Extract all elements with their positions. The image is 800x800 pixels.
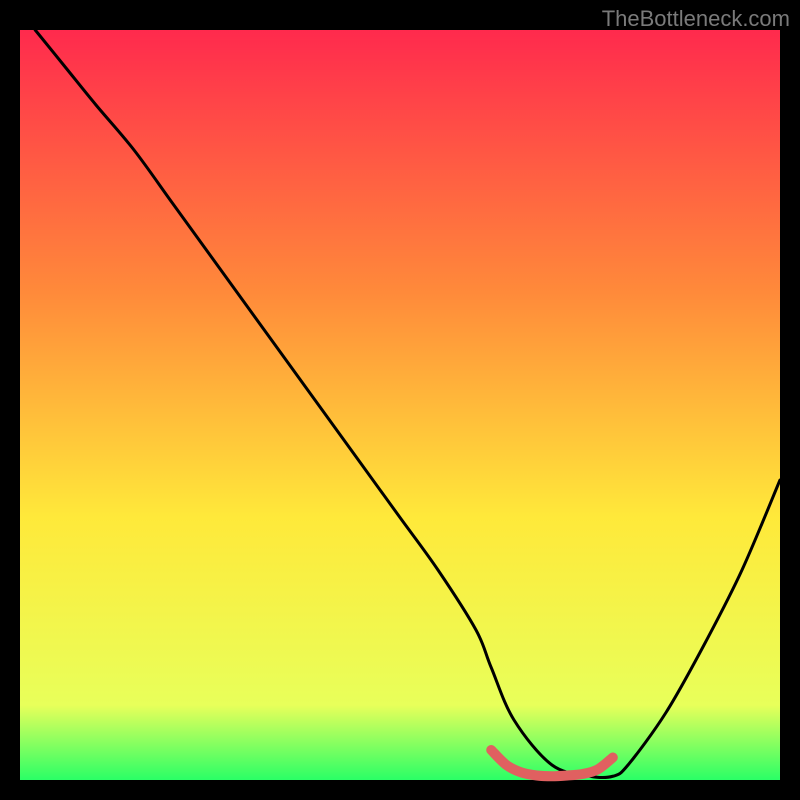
watermark-text: TheBottleneck.com — [602, 6, 790, 32]
bottleneck-chart — [0, 0, 800, 800]
plot-area — [20, 30, 780, 780]
plot-background — [20, 30, 780, 780]
